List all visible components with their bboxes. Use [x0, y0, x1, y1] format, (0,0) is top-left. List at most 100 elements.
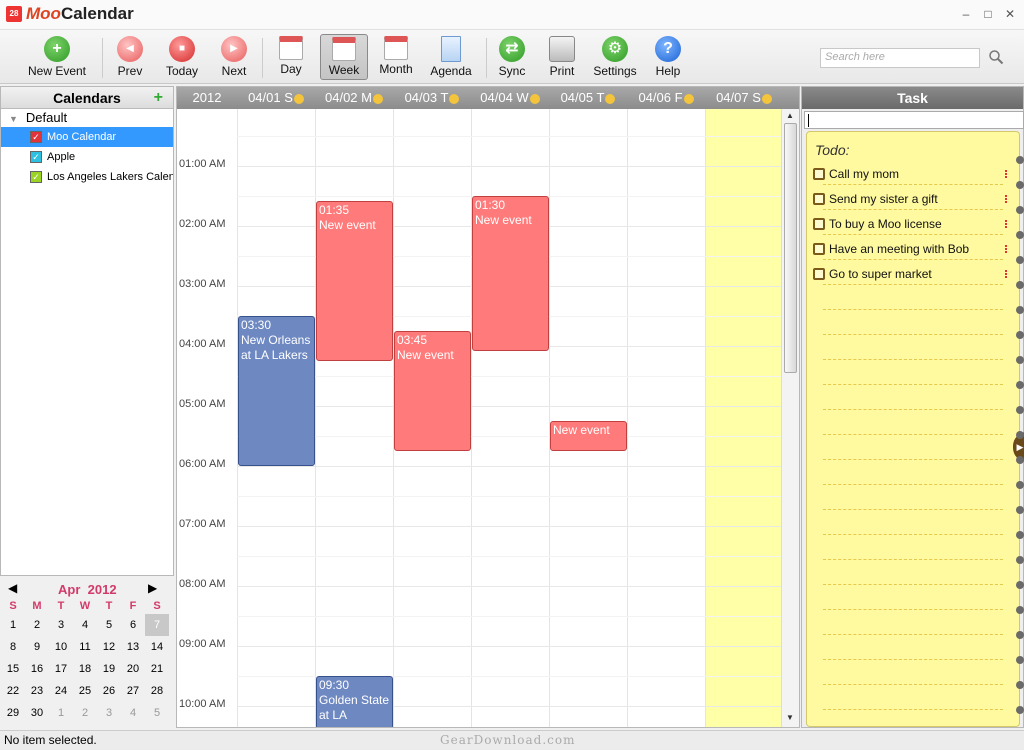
settings-button[interactable]: ⚙ Settings: [590, 34, 640, 80]
day-view-button[interactable]: Day: [272, 34, 310, 80]
calendar-item[interactable]: ✓ Moo Calendar: [1, 127, 173, 147]
mini-cal-day[interactable]: 20: [121, 658, 145, 680]
mini-cal-day[interactable]: 13: [121, 636, 145, 658]
mini-cal-day[interactable]: 7: [145, 614, 169, 636]
close-button[interactable]: ✕: [1002, 6, 1018, 22]
calendar-event[interactable]: 01:35 New event: [316, 201, 393, 361]
mini-cal-day[interactable]: 14: [145, 636, 169, 658]
day-column[interactable]: [549, 109, 627, 727]
mini-cal-day[interactable]: 11: [73, 636, 97, 658]
mini-cal-day[interactable]: 16: [25, 658, 49, 680]
vertical-scrollbar[interactable]: ▲ ▼: [781, 109, 799, 727]
search-input[interactable]: Search here: [820, 48, 980, 68]
calendar-event[interactable]: 09:30 Golden State at LA: [316, 676, 393, 727]
scroll-up-icon[interactable]: ▲: [786, 111, 794, 120]
todo-item[interactable]: Go to super market: [813, 264, 1011, 284]
scroll-down-icon[interactable]: ▼: [786, 713, 794, 722]
todo-item[interactable]: Call my mom: [813, 164, 1011, 184]
day-header[interactable]: 04/01 S: [237, 87, 315, 109]
mini-cal-day[interactable]: 30: [25, 702, 49, 724]
mini-cal-day[interactable]: 6: [121, 614, 145, 636]
mini-cal-day[interactable]: 10: [49, 636, 73, 658]
day-header[interactable]: 04/05 T: [549, 87, 627, 109]
agenda-view-button[interactable]: Agenda: [426, 34, 476, 80]
mini-cal-day[interactable]: 5: [97, 614, 121, 636]
month-view-button[interactable]: Month: [376, 34, 416, 80]
mini-cal-day[interactable]: 28: [145, 680, 169, 702]
day-column[interactable]: [705, 109, 783, 727]
priority-icon: [1005, 245, 1009, 253]
triangle-down-icon[interactable]: ▼: [9, 110, 18, 128]
calendar-event[interactable]: New event: [550, 421, 627, 451]
next-button[interactable]: ▶ Next: [216, 34, 252, 80]
checkbox-icon[interactable]: ✓: [30, 131, 42, 143]
mini-cal-day[interactable]: 22: [1, 680, 25, 702]
maximize-button[interactable]: □: [980, 6, 996, 22]
mini-cal-day[interactable]: 1: [1, 614, 25, 636]
priority-icon: [1005, 195, 1009, 203]
mini-cal-day[interactable]: 27: [121, 680, 145, 702]
mini-cal-day[interactable]: 12: [97, 636, 121, 658]
todo-checkbox[interactable]: [813, 243, 825, 255]
mini-cal-day[interactable]: 4: [121, 702, 145, 724]
mini-cal-day[interactable]: 29: [1, 702, 25, 724]
todo-checkbox[interactable]: [813, 268, 825, 280]
calendar-item[interactable]: ✓ Los Angeles Lakers Calendar: [1, 167, 173, 187]
mini-cal-day[interactable]: 3: [49, 614, 73, 636]
today-button[interactable]: ■ Today: [160, 34, 204, 80]
day-header[interactable]: 04/07 S: [705, 87, 783, 109]
mini-cal-day[interactable]: 4: [73, 614, 97, 636]
calendar-event[interactable]: 01:30 New event: [472, 196, 549, 351]
mini-cal-day[interactable]: 18: [73, 658, 97, 680]
day-header[interactable]: 04/04 W: [471, 87, 549, 109]
mini-cal-day[interactable]: 17: [49, 658, 73, 680]
mini-cal-next-button[interactable]: ▶: [148, 581, 157, 595]
day-header[interactable]: 04/03 T: [393, 87, 471, 109]
calendar-event[interactable]: 03:45 New event: [394, 331, 471, 451]
week-view-button[interactable]: Week: [320, 34, 368, 80]
todo-item[interactable]: Send my sister a gift: [813, 189, 1011, 209]
mini-cal-day[interactable]: 5: [145, 702, 169, 724]
mini-cal-day[interactable]: 19: [97, 658, 121, 680]
mini-cal-day[interactable]: 15: [1, 658, 25, 680]
calendar-event[interactable]: 03:30 New Orleans at LA Lakers: [238, 316, 315, 466]
checkbox-icon[interactable]: ✓: [30, 171, 42, 183]
mini-cal-day[interactable]: 21: [145, 658, 169, 680]
new-event-label: New Event: [27, 64, 87, 78]
print-button[interactable]: Print: [544, 34, 580, 80]
mini-cal-day[interactable]: 9: [25, 636, 49, 658]
calendar-group-default[interactable]: ▼ Default: [1, 109, 173, 127]
mini-cal-day[interactable]: 1: [49, 702, 73, 724]
new-event-button[interactable]: + New Event: [24, 34, 90, 80]
minimize-button[interactable]: –: [958, 6, 974, 22]
calendar-item[interactable]: ✓ Apple: [1, 147, 173, 167]
mini-cal-prev-button[interactable]: ◀: [8, 581, 17, 595]
mini-cal-day[interactable]: 8: [1, 636, 25, 658]
todo-checkbox[interactable]: [813, 168, 825, 180]
todo-item[interactable]: To buy a Moo license: [813, 214, 1011, 234]
mini-cal-day[interactable]: 23: [25, 680, 49, 702]
add-calendar-button[interactable]: +: [154, 87, 163, 109]
mini-cal-day[interactable]: 2: [73, 702, 97, 724]
todo-checkbox[interactable]: [813, 218, 825, 230]
search-icon[interactable]: [988, 49, 1004, 65]
sync-button[interactable]: ⇄ Sync: [494, 34, 530, 80]
hour-gridline: [237, 466, 783, 467]
mini-cal-day[interactable]: 24: [49, 680, 73, 702]
scrollbar-thumb[interactable]: [784, 123, 797, 373]
new-task-input[interactable]: [804, 111, 1024, 129]
day-header[interactable]: 04/06 F: [627, 87, 705, 109]
day-column[interactable]: [627, 109, 705, 727]
todo-item[interactable]: Have an meeting with Bob: [813, 239, 1011, 259]
week-grid[interactable]: 01:00 AM 02:00 AM 03:00 AM 04:00 AM 05:00 AM…: [177, 109, 783, 727]
day-header[interactable]: 04/02 M: [315, 87, 393, 109]
checkbox-icon[interactable]: ✓: [30, 151, 42, 163]
prev-button[interactable]: ◀ Prev: [112, 34, 148, 80]
mini-cal-day[interactable]: 2: [25, 614, 49, 636]
todo-checkbox[interactable]: [813, 193, 825, 205]
mini-cal-day[interactable]: 25: [73, 680, 97, 702]
hour-gridline: [237, 406, 783, 407]
help-button[interactable]: ? Help: [650, 34, 686, 80]
mini-cal-day[interactable]: 3: [97, 702, 121, 724]
mini-cal-day[interactable]: 26: [97, 680, 121, 702]
